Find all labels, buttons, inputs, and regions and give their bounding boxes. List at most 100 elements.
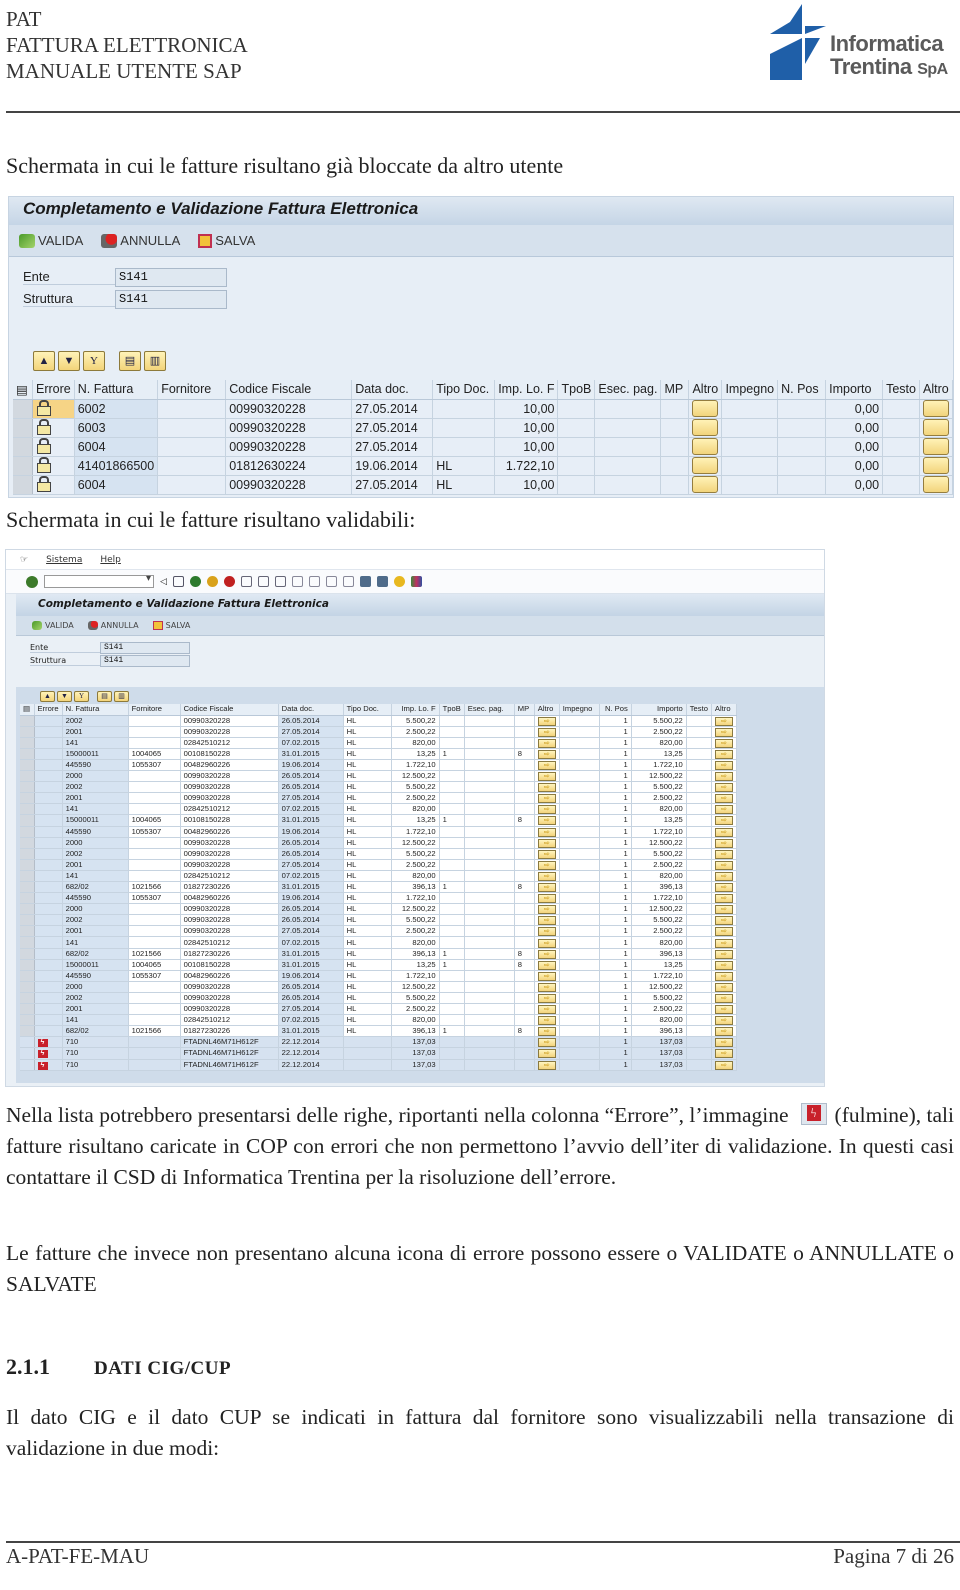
column-header[interactable]: N. Fattura (62, 704, 129, 716)
row-selector[interactable] (20, 970, 35, 982)
back-icon[interactable] (189, 576, 201, 587)
column-header[interactable]: Data doc. (278, 704, 344, 716)
row-selector[interactable] (20, 925, 35, 938)
row-selector[interactable] (20, 992, 35, 1005)
row-selector[interactable] (20, 848, 35, 860)
arrow-right-icon[interactable]: ⇨ (714, 849, 733, 859)
arrow-right-icon[interactable]: ⇨ (714, 982, 733, 992)
table-row[interactable]: 2002 00990320228 26.05.2014 HL 5.500,22 ⇨ 1 5.5… (20, 992, 737, 1005)
arrow-right-icon[interactable]: ⇨ (714, 1027, 733, 1037)
row-selector[interactable] (20, 781, 35, 794)
column-header[interactable]: N. Pos (777, 380, 827, 400)
column-header[interactable]: TpoB (439, 704, 465, 716)
column-header[interactable]: Esec. pag. (594, 380, 662, 400)
arrow-right-icon[interactable]: ⇨ (714, 938, 733, 948)
column-header[interactable]: Esec. pag. (464, 704, 515, 716)
column-header[interactable]: Altro (919, 380, 953, 400)
annulla-button[interactable]: ANNULLA (87, 621, 139, 630)
struttura-field[interactable]: S141 (115, 289, 227, 309)
cancel-icon[interactable] (223, 576, 235, 587)
row-selector[interactable] (20, 914, 35, 927)
table-row[interactable]: ϟ 710 FTADNL46M71H612F 22.12.2014 137,03 ⇨ 1 13… (20, 1059, 737, 1071)
arrow-right-icon[interactable]: ⇨ (537, 772, 556, 782)
find-next-icon[interactable] (274, 576, 286, 587)
column-header[interactable]: Imp. Lo. F (391, 704, 440, 716)
row-selector[interactable] (20, 792, 35, 805)
column-header[interactable]: Testo (686, 704, 712, 716)
table-row[interactable]: 6002 00990320228 27.05.2014 10,00 0,00 (13, 399, 953, 419)
altro-button[interactable] (692, 457, 719, 474)
column-header[interactable]: Fornitore (157, 380, 227, 400)
table-row[interactable]: 2000 00990320228 26.05.2014 HL 12.500,22 ⇨ 1 12… (20, 903, 737, 916)
column-header[interactable]: Imp. Lo. F (494, 380, 559, 400)
table-row[interactable]: 2002 00990320228 26.05.2014 HL 5.500,22 ⇨ 1 5.5… (20, 781, 737, 794)
column-header[interactable]: Importo (631, 704, 687, 716)
salva-button[interactable]: SALVA (152, 621, 190, 630)
save-icon[interactable] (172, 576, 184, 587)
row-selector[interactable] (20, 1036, 35, 1049)
column-header[interactable]: TpoB (557, 380, 596, 400)
column-header[interactable]: Fornitore (128, 704, 181, 716)
arrow-right-icon[interactable]: ⇨ (714, 816, 733, 826)
row-selector[interactable] (20, 903, 35, 916)
column-header[interactable]: Codice Fiscale (180, 704, 279, 716)
arrow-right-icon[interactable]: ⇨ (537, 949, 556, 959)
valida-button[interactable]: VALIDA (32, 621, 74, 630)
column-header[interactable]: Data doc. (351, 380, 434, 400)
filter-button[interactable]: Y (74, 691, 89, 702)
valida-button[interactable]: VALIDA (19, 233, 83, 248)
command-field[interactable] (44, 573, 154, 588)
row-selector[interactable] (20, 748, 35, 760)
shortcut-icon[interactable] (376, 576, 388, 587)
altro-button[interactable] (923, 400, 949, 417)
table-row[interactable]: 141 02842510212 07.02.2015 HL 820,00 ⇨ 1 820,00… (20, 737, 737, 749)
row-selector[interactable] (20, 870, 35, 883)
row-selector[interactable] (20, 948, 35, 960)
menu-icon[interactable]: ☞ (20, 555, 28, 565)
last-page-icon[interactable] (342, 576, 354, 587)
arrow-right-icon[interactable]: ⇨ (714, 916, 733, 926)
row-selector[interactable] (20, 826, 35, 838)
arrow-right-icon[interactable]: ⇨ (537, 838, 556, 848)
table-row[interactable]: 2000 00990320228 26.05.2014 HL 12.500,22 ⇨ 1 12… (20, 770, 737, 783)
row-selector[interactable] (20, 859, 35, 871)
row-select-header[interactable]: ▤ (20, 704, 35, 716)
row-selector[interactable] (20, 737, 35, 749)
arrow-right-icon[interactable]: ⇨ (537, 749, 556, 759)
arrow-right-icon[interactable]: ⇨ (537, 849, 556, 859)
arrow-right-icon[interactable]: ⇨ (537, 727, 556, 737)
table-row[interactable]: 2001 00990320228 27.05.2014 HL 2.500,22 ⇨ 1 2.5… (20, 925, 737, 938)
arrow-right-icon[interactable]: ⇨ (537, 816, 556, 826)
arrow-right-icon[interactable]: ⇨ (714, 761, 733, 771)
row-selector[interactable] (20, 770, 35, 783)
altro-button[interactable] (692, 438, 719, 455)
arrow-right-icon[interactable]: ⇨ (714, 727, 733, 737)
row-selector[interactable] (13, 437, 33, 457)
arrow-right-icon[interactable]: ⇨ (537, 971, 556, 981)
altro-button[interactable] (923, 438, 949, 455)
table-row[interactable]: 15000011 1004065 00108150228 31.01.2015 HL 13… (20, 814, 737, 827)
table-row[interactable]: ϟ 710 FTADNL46M71H612F 22.12.2014 137,03 ⇨ 1 13… (20, 1047, 737, 1060)
table-row[interactable]: 2001 00990320228 27.05.2014 HL 2.500,22 ⇨ 1 2.5… (20, 792, 737, 805)
find-icon[interactable] (257, 576, 269, 587)
table-row[interactable]: 141 02842510212 07.02.2015 HL 820,00 ⇨ 1 820,00… (20, 803, 737, 816)
arrow-right-icon[interactable]: ⇨ (714, 871, 733, 881)
column-header[interactable]: Importo (825, 380, 884, 400)
struttura-field[interactable]: S141 (100, 654, 190, 667)
table-row[interactable]: 2001 00990320228 27.05.2014 HL 2.500,22 ⇨ 1 2.5… (20, 726, 737, 738)
table-row[interactable]: 2002 00990320228 26.05.2014 HL 5.500,22 ⇨ 1 5.5… (20, 715, 737, 727)
altro-button[interactable] (923, 419, 949, 436)
arrow-right-icon[interactable]: ⇨ (537, 794, 556, 804)
arrow-right-icon[interactable]: ⇨ (537, 860, 556, 870)
menu-sistema[interactable]: Sistema (46, 555, 82, 565)
row-selector[interactable] (20, 881, 35, 894)
table-row[interactable]: 41401866500 01812630224 19.06.2014 HL 1.722,… (13, 456, 953, 476)
altro-button[interactable] (692, 400, 719, 417)
altro-button[interactable] (923, 457, 949, 474)
layout-menu-icon[interactable] (410, 576, 422, 587)
arrow-right-icon[interactable]: ⇨ (714, 805, 733, 815)
column-header[interactable]: N. Fattura (74, 380, 159, 400)
table-row[interactable]: 141 02842510212 07.02.2015 HL 820,00 ⇨ 1 820,00… (20, 936, 737, 949)
arrow-right-icon[interactable]: ⇨ (537, 716, 556, 726)
menu-help[interactable]: Help (100, 555, 121, 565)
